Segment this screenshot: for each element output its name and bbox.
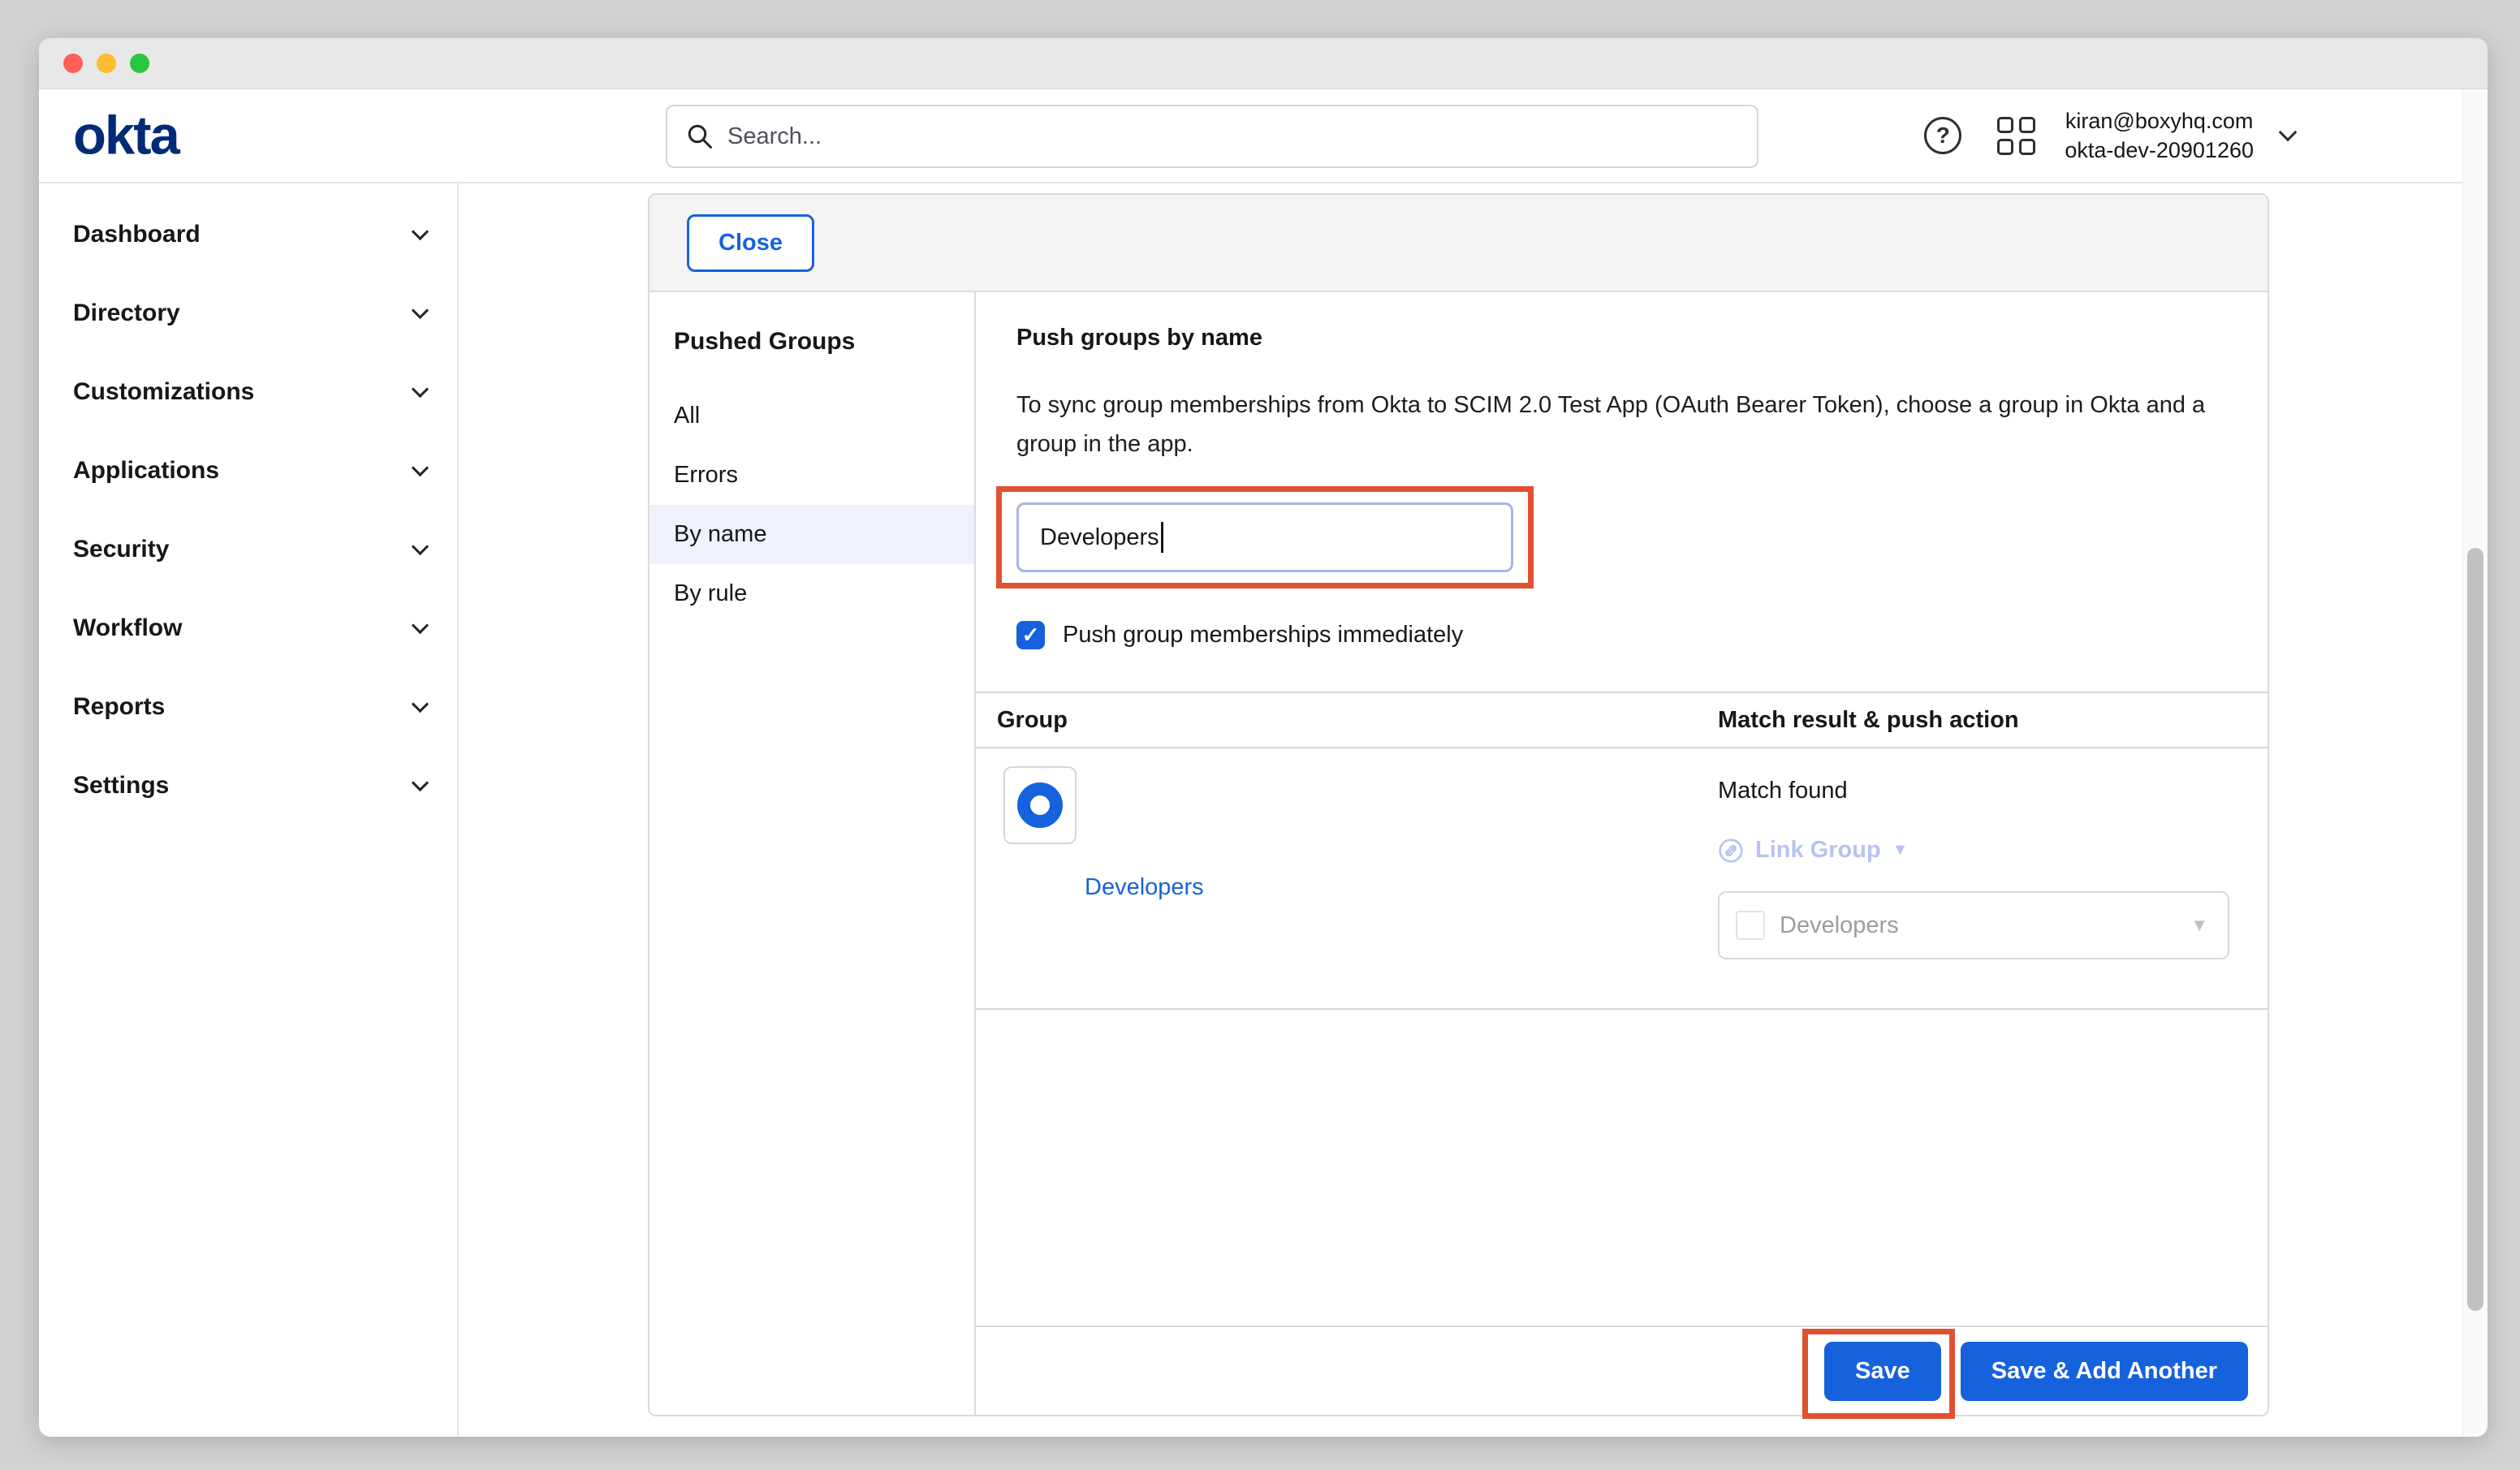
group-cell: Developers: [976, 748, 1718, 1008]
sidebar-item-directory[interactable]: Directory: [39, 274, 457, 352]
sidebar-item-applications[interactable]: Applications: [39, 431, 457, 510]
chevron-down-icon: [412, 774, 429, 791]
chevron-down-icon: [412, 302, 429, 319]
annotation-box-input: Developers: [996, 486, 1534, 588]
match-cell: Match found Link Group ▼: [1718, 748, 2268, 1008]
group-name-input[interactable]: Developers: [1016, 502, 1513, 572]
sidebar-item-security[interactable]: Security: [39, 510, 457, 588]
chevron-down-icon: [412, 696, 429, 713]
chevron-down-icon: [412, 381, 429, 398]
search-placeholder: Search...: [727, 123, 822, 150]
group-donut-icon: [1017, 782, 1063, 828]
header-right-cluster: ? kiran@boxyhq.com okta-dev-20901260: [1924, 89, 2294, 182]
column-match-result: Match result & push action: [1718, 707, 2268, 734]
pushed-groups-title: Pushed Groups: [674, 328, 974, 356]
nav-item-errors[interactable]: Errors: [649, 446, 974, 505]
sidebar-item-workflow[interactable]: Workflow: [39, 588, 457, 667]
save-add-another-button[interactable]: Save & Add Another: [1961, 1342, 2248, 1401]
push-immediately-label: Push group memberships immediately: [1063, 622, 1463, 649]
group-icon-box: [1003, 766, 1077, 844]
org-name: okta-dev-20901260: [2065, 136, 2254, 165]
match-result-text: Match found: [1718, 778, 2268, 804]
linked-group-value: Developers: [1780, 912, 2190, 939]
group-name-link[interactable]: Developers: [1085, 874, 1204, 901]
column-group: Group: [976, 707, 1718, 734]
close-window-button[interactable]: [63, 54, 83, 73]
sidebar-nav: Dashboard Directory Customizations Appli…: [39, 183, 459, 1437]
nav-item-all[interactable]: All: [649, 386, 974, 446]
link-group-label: Link Group: [1755, 837, 1881, 864]
okta-logo: okta: [73, 105, 179, 167]
chevron-down-icon: [412, 223, 429, 240]
chevron-down-icon[interactable]: [2279, 123, 2298, 142]
maximize-window-button[interactable]: [130, 54, 149, 73]
close-button[interactable]: Close: [687, 214, 814, 272]
search-icon: [685, 122, 714, 151]
work-area: Close Pushed Groups All Errors By name B…: [459, 183, 2488, 1437]
sidebar-item-dashboard[interactable]: Dashboard: [39, 195, 457, 274]
chevron-down-icon: [412, 538, 429, 555]
triangle-down-icon: ▼: [1892, 841, 1909, 860]
user-email: kiran@boxyhq.com: [2065, 106, 2254, 136]
chevron-down-icon: [412, 459, 429, 476]
table-row: Developers Match found: [976, 748, 2268, 1010]
panel-footer: Save Save & Add Another: [976, 1326, 2268, 1415]
triangle-down-icon: ▼: [2190, 915, 2208, 936]
titlebar: [39, 38, 2488, 89]
sidebar-item-customizations[interactable]: Customizations: [39, 352, 457, 431]
apps-grid-icon[interactable]: [1997, 117, 2035, 155]
content-description: To sync group memberships from Okta to S…: [1016, 386, 2226, 463]
table-header: Group Match result & push action: [976, 692, 2268, 748]
sidebar-item-reports[interactable]: Reports: [39, 667, 457, 746]
push-by-name-content: Push groups by name To sync group member…: [976, 292, 2268, 1415]
push-immediately-row: ✓ Push group memberships immediately: [1016, 621, 2227, 649]
minimize-window-button[interactable]: [97, 54, 116, 73]
scrollbar-thumb[interactable]: [2467, 548, 2483, 1311]
scrollbar-track[interactable]: [2462, 89, 2488, 1437]
pushed-groups-nav: Pushed Groups All Errors By name By rule: [649, 292, 976, 1415]
app-header: okta Search... ? kiran@boxyhq.com okta-d…: [39, 89, 2488, 183]
main-row: Dashboard Directory Customizations Appli…: [39, 183, 2488, 1437]
push-immediately-checkbox[interactable]: ✓: [1016, 621, 1045, 649]
panel-toolbar: Close: [649, 195, 2268, 292]
link-icon: [1718, 838, 1744, 864]
nav-item-by-rule[interactable]: By rule: [649, 564, 974, 623]
group-placeholder-icon: [1736, 911, 1765, 940]
help-icon[interactable]: ?: [1924, 117, 1961, 154]
search-input[interactable]: Search...: [666, 105, 1758, 168]
sidebar-item-settings[interactable]: Settings: [39, 746, 457, 825]
link-group-dropdown[interactable]: Link Group ▼: [1718, 837, 2268, 864]
nav-item-by-name[interactable]: By name: [649, 505, 974, 564]
push-groups-panel: Close Pushed Groups All Errors By name B…: [648, 193, 2269, 1416]
content-heading: Push groups by name: [1016, 325, 2227, 351]
browser-window: okta Search... ? kiran@boxyhq.com okta-d…: [39, 38, 2488, 1437]
text-cursor: [1161, 522, 1163, 553]
user-menu[interactable]: kiran@boxyhq.com okta-dev-20901260: [2065, 106, 2254, 165]
groups-table: Group Match result & push action Develop…: [976, 692, 2268, 1010]
chevron-down-icon: [412, 617, 429, 634]
linked-group-select[interactable]: Developers ▼: [1718, 891, 2229, 959]
save-button[interactable]: Save: [1824, 1342, 1941, 1401]
